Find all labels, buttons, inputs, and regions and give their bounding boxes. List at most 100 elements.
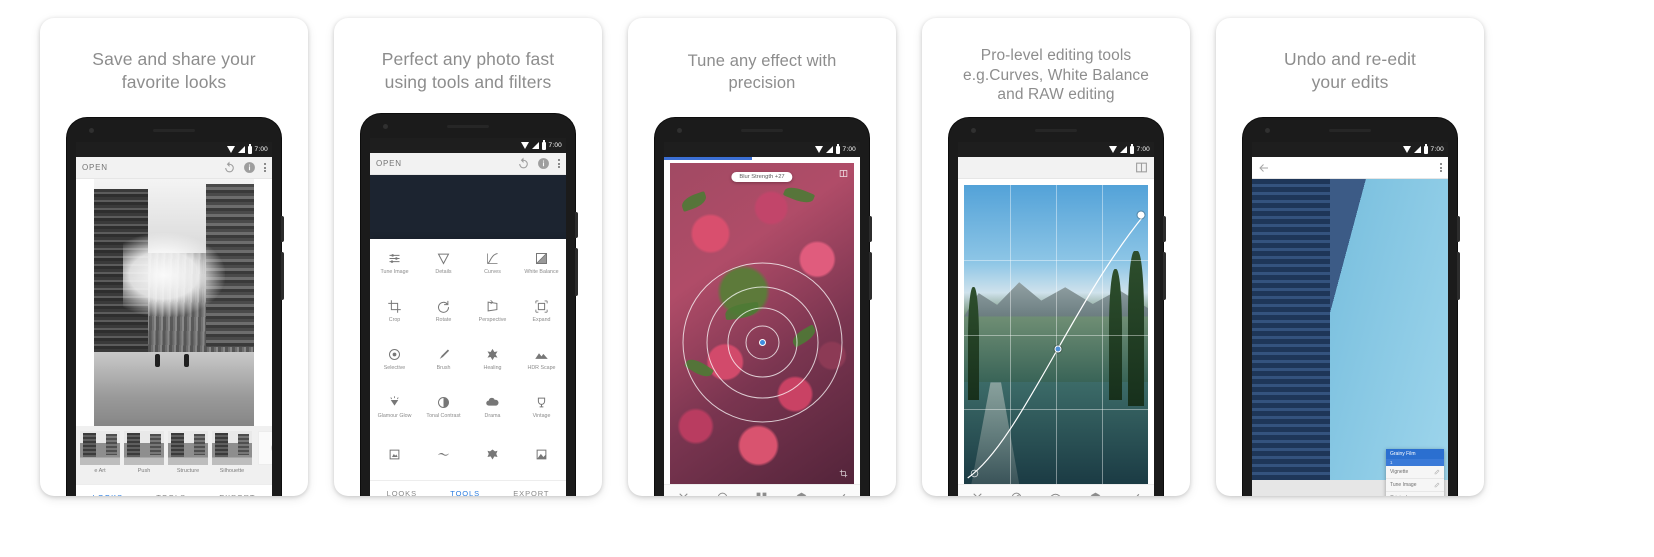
photo-building[interactable]: Grainy Film 1 Vignette Tune Image Orig [1252,179,1448,496]
tool-glamour-glow[interactable]: Glamour Glow [370,395,419,420]
tool-vintage[interactable]: Vintage [517,395,566,420]
add-look-icon[interactable] [258,431,272,465]
look-thumbnail[interactable] [80,431,120,465]
editor-action-bar[interactable] [664,484,860,496]
list-item[interactable]: Vignette [1386,466,1444,479]
crop-overlay-icon[interactable] [839,469,848,478]
phone-power-button[interactable] [1457,252,1460,300]
tab-looks[interactable]: LOOKS [387,489,417,496]
tool-white-balance[interactable]: White Balance [517,251,566,276]
photo-flowers[interactable]: Blur Strength +27 [670,163,854,484]
close-icon[interactable] [677,491,690,496]
lens-blur-icon[interactable] [716,491,729,496]
list-item[interactable]: Silhouette [212,431,252,474]
tab-export[interactable]: EXPORT [513,489,549,496]
back-arrow-icon[interactable] [1258,162,1270,174]
tool-tonal-contrast[interactable]: Tonal Contrast [419,395,468,420]
undo-icon[interactable] [223,161,236,174]
curve-channel-icon[interactable] [1010,491,1023,496]
phone-volume-button[interactable] [869,216,872,242]
gallery-card-tune-effect-precision[interactable]: Tune any effect with precision 7:00 Blur… [628,18,896,496]
tool-grainy-film[interactable] [370,447,419,465]
edit-icon[interactable] [1434,469,1440,475]
photo-landscape[interactable] [964,185,1148,484]
tab-tools[interactable]: TOOLS [156,493,186,496]
stack-icon[interactable] [1089,491,1102,496]
tool-rotate[interactable]: Rotate [419,299,468,324]
selective-control-rings[interactable] [682,262,842,423]
stack-icon[interactable] [795,491,808,496]
curve-point-mid[interactable] [1054,345,1062,353]
overflow-menu-icon[interactable] [558,159,560,168]
tool-healing[interactable]: Healing [468,347,517,372]
eye-preview-icon[interactable] [1049,491,1062,496]
phone-volume-button[interactable] [1457,216,1460,242]
history-panel-header[interactable]: Grainy Film [1386,449,1444,459]
tool-label: Vintage [532,413,551,420]
look-thumbnail[interactable] [124,431,164,465]
gallery-card-pro-level-tools[interactable]: Pro-level editing tools e.g.Curves, Whit… [922,18,1190,496]
compare-icon[interactable] [839,169,848,178]
look-thumbnail[interactable] [212,431,252,465]
tool-drama[interactable]: Drama [468,395,517,420]
tool-perspective[interactable]: Perspective [468,299,517,324]
overflow-menu-icon[interactable] [264,163,266,172]
phone-power-button[interactable] [1163,252,1166,300]
open-button[interactable]: OPEN [82,163,108,172]
tool-selective[interactable]: Selective [370,347,419,372]
look-thumbnail[interactable] [168,431,208,465]
list-item[interactable]: Structure [168,431,208,474]
info-icon[interactable] [243,161,256,174]
list-item[interactable]: Push [124,431,164,474]
tool-details[interactable]: Details [419,251,468,276]
info-icon[interactable] [537,157,550,170]
check-icon[interactable] [1128,491,1141,496]
list-item[interactable]: e Art [80,431,120,474]
tools-panel[interactable]: Tune Image Details Curves White Balance [370,239,566,480]
phone-volume-button[interactable] [1163,216,1166,242]
edit-history-panel[interactable]: Grainy Film 1 Vignette Tune Image Orig [1386,449,1444,496]
tool-curves[interactable]: Curves [468,251,517,276]
caption-line-3: and RAW editing [997,86,1115,103]
overflow-menu-icon[interactable] [1440,163,1442,172]
bottom-tab-bar[interactable]: LOOKS TOOLS EXPORT [76,484,272,496]
list-item[interactable]: Tune Image [1386,479,1444,492]
tool-double-exposure[interactable] [517,447,566,465]
control-point-handle[interactable] [758,339,766,347]
open-button[interactable]: OPEN [376,159,402,168]
bottom-tab-bar[interactable]: LOOKS TOOLS EXPORT [370,480,566,496]
tool-expand[interactable]: Expand [517,299,566,324]
curve-point-highlight[interactable] [1137,211,1145,219]
phone-power-button[interactable] [869,252,872,300]
phone-volume-button[interactable] [281,216,284,242]
tool-brush[interactable]: Brush [419,347,468,372]
grid-icon[interactable] [755,491,768,496]
photo-city-street[interactable] [94,179,254,426]
tab-tools[interactable]: TOOLS [450,489,480,496]
tool-tune-image[interactable]: Tune Image [370,251,419,276]
tab-looks[interactable]: LOOKS [93,493,123,496]
phone-mockup: 7:00 OPEN e Art Push Structure Silhouett… [67,118,284,496]
check-icon[interactable] [834,491,847,496]
gallery-card-perfect-photo-fast[interactable]: Perfect any photo fast using tools and f… [334,18,602,496]
phone-volume-button[interactable] [575,212,578,238]
looks-filmstrip[interactable]: e Art Push Structure Silhouette [76,426,272,484]
close-icon[interactable] [971,491,984,496]
list-item[interactable]: Original [1386,492,1444,496]
tool-crop[interactable]: Crop [370,299,419,324]
histogram-icon[interactable] [970,469,979,478]
tool-grunge[interactable] [468,447,517,465]
curves-overlay[interactable] [964,185,1148,484]
edit-icon[interactable] [1434,482,1440,488]
compare-icon[interactable] [1135,161,1148,174]
tool-hdr-scape[interactable]: HDR Scape [517,347,566,372]
phone-power-button[interactable] [575,248,578,296]
gallery-card-save-share-looks[interactable]: Save and share your favorite looks 7:00 … [40,18,308,496]
tool-retrolux[interactable] [419,447,468,465]
tab-export[interactable]: EXPORT [219,493,255,496]
editor-action-bar[interactable] [958,484,1154,496]
signal-icon [531,142,539,149]
phone-power-button[interactable] [281,252,284,300]
undo-icon[interactable] [517,157,530,170]
gallery-card-undo-re-edit[interactable]: Undo and re-edit your edits 7:00 Grainy … [1216,18,1484,496]
